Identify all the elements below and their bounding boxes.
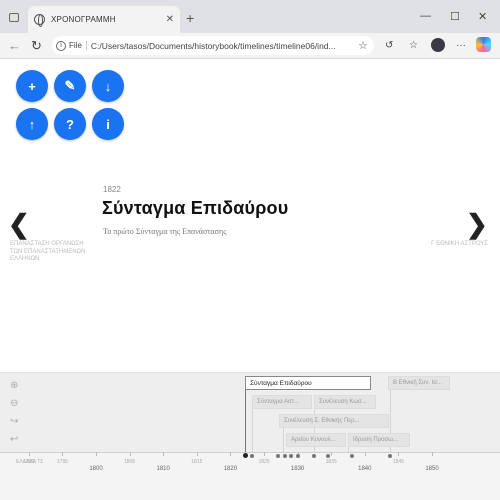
- event-dot[interactable]: [250, 454, 254, 458]
- tick-mark: [264, 452, 265, 456]
- event-dot[interactable]: [388, 454, 392, 458]
- event-dot[interactable]: [326, 454, 330, 458]
- tick-mark: [398, 452, 400, 456]
- edit-button[interactable]: ✎: [54, 70, 86, 102]
- menu-icon[interactable]: ···: [456, 40, 466, 51]
- info-button[interactable]: i: [92, 108, 124, 140]
- extensions-icon[interactable]: ↺: [385, 40, 393, 51]
- slide-title: Σύνταγμα Επιδαύρου: [102, 198, 289, 218]
- url-field[interactable]: i File C:/Users/tasos/Documents/historyb…: [52, 36, 374, 55]
- tick-mark: [364, 452, 366, 456]
- timeline-marker[interactable]: Σύνταγμα Αστ...: [252, 395, 312, 409]
- axis-line: [0, 452, 500, 453]
- minor-year-label: 1835: [325, 459, 337, 465]
- previous-slide-title[interactable]: ΕΠΑΝΑΣΤΑΣΗ ΟΡΓΑΝΩΣΗ ΤΩΝ ΕΠΑΝΑΣΤΑΤΗΜΕΝΩΝ …: [10, 241, 90, 264]
- info-icon[interactable]: i: [56, 40, 66, 51]
- previous-slide-arrow[interactable]: ❮: [8, 211, 30, 237]
- minor-year-label: 1795: [56, 459, 68, 465]
- browser-tab-bar: ΧΡΟΝΟΓΡΑΜΜΗ ✕ + — ☐ ✕: [0, 0, 500, 33]
- help-button[interactable]: ?: [54, 108, 86, 140]
- major-year-label: 1800: [89, 466, 103, 472]
- download-button[interactable]: ↓: [92, 70, 124, 102]
- event-dot[interactable]: [350, 454, 354, 458]
- add-button[interactable]: +: [16, 70, 48, 102]
- profile-avatar[interactable]: [431, 38, 445, 52]
- favorites-icon[interactable]: ☆: [409, 40, 418, 51]
- major-year-label: 1840: [358, 466, 372, 472]
- major-year-label: 1850: [425, 466, 439, 472]
- tick-mark: [230, 452, 232, 456]
- reload-button[interactable]: ↻: [31, 38, 42, 54]
- event-dot[interactable]: [283, 454, 287, 458]
- slide-year: 1822: [103, 185, 121, 194]
- minor-year-label: 1790: [23, 459, 35, 465]
- event-dot[interactable]: [276, 454, 280, 458]
- tick-mark: [129, 452, 131, 456]
- event-dot[interactable]: [289, 454, 293, 458]
- tick-mark: [196, 452, 198, 456]
- timeline-marker[interactable]: Ιδρυση Προσω...: [348, 433, 410, 447]
- tab-title: ΧΡΟΝΟΓΡΑΜΜΗ: [51, 15, 116, 24]
- minor-year-label: 1805: [124, 459, 136, 465]
- tick-mark: [331, 452, 333, 456]
- redo-icon[interactable]: ↪: [10, 416, 18, 427]
- next-slide-arrow[interactable]: ❯: [466, 211, 488, 237]
- back-to-start-icon[interactable]: ↩: [10, 434, 18, 445]
- timeline-marker[interactable]: Β Εθνική Συν. Ισ...: [388, 376, 450, 390]
- back-button[interactable]: ←: [8, 38, 21, 53]
- tick-mark: [96, 452, 97, 456]
- major-year-label: 1810: [156, 466, 170, 472]
- tick-mark: [28, 452, 30, 456]
- browser-tab[interactable]: ΧΡΟΝΟΓΡΑΜΜΗ ✕: [28, 6, 180, 33]
- url-text[interactable]: C:/Users/tasos/Documents/historybook/tim…: [91, 41, 358, 51]
- major-year-label: 1820: [223, 466, 238, 472]
- maximize-button[interactable]: ☐: [450, 10, 460, 23]
- timeline-marker[interactable]: Συνέλευση Σ. Εθνικής Περ...: [279, 414, 389, 428]
- new-tab-button[interactable]: +: [186, 10, 194, 26]
- event-dot-active[interactable]: [243, 453, 248, 458]
- zoom-out-icon[interactable]: ⊖: [10, 398, 18, 409]
- timeline-marker-active[interactable]: Σύνταγμα Επιδαύρου: [245, 376, 371, 390]
- active-marker-line: [245, 381, 246, 455]
- minor-year-label: 1815: [191, 459, 203, 465]
- tick-mark: [163, 452, 165, 456]
- tab-actions-icon[interactable]: [9, 13, 19, 22]
- favorite-star-icon[interactable]: ☆: [358, 39, 368, 52]
- address-bar-row: ← ↻ i File C:/Users/tasos/Documents/hist…: [0, 33, 500, 59]
- tick-mark: [432, 452, 433, 456]
- tick-mark: [62, 452, 64, 456]
- globe-icon: [34, 14, 45, 27]
- timeline-marker[interactable]: Αρείου Κυνουλ...: [286, 433, 346, 447]
- event-dot[interactable]: [312, 454, 316, 458]
- minor-year-label: 1845: [392, 459, 404, 465]
- minor-year-label: 1825: [258, 459, 270, 465]
- timeline-marker[interactable]: Συνέλευση Κωσ...: [314, 395, 376, 409]
- event-dot[interactable]: [296, 454, 300, 458]
- time-axis: ΕΛΛΑΔΑ ΤΣ 1790 1795 1805 1815 1825 1835 1845 18…: [0, 452, 500, 500]
- major-year-label: 1830: [290, 466, 305, 472]
- upload-button[interactable]: ↑: [16, 108, 48, 140]
- file-label: File: [69, 41, 87, 50]
- close-window-button[interactable]: ✕: [478, 10, 487, 23]
- minimize-button[interactable]: —: [420, 10, 431, 22]
- marker-line: [283, 425, 284, 453]
- next-slide-title[interactable]: Γ ΕΘΝΙΚΗ ΑΣΤΡΟΥΣ: [428, 241, 488, 249]
- slide-subtitle: Το πρώτο Σύνταγμα της Επανάστασης: [103, 227, 227, 236]
- zoom-in-icon[interactable]: ⊕: [10, 380, 18, 391]
- copilot-icon[interactable]: [476, 37, 491, 52]
- tab-close-icon[interactable]: ✕: [166, 14, 174, 25]
